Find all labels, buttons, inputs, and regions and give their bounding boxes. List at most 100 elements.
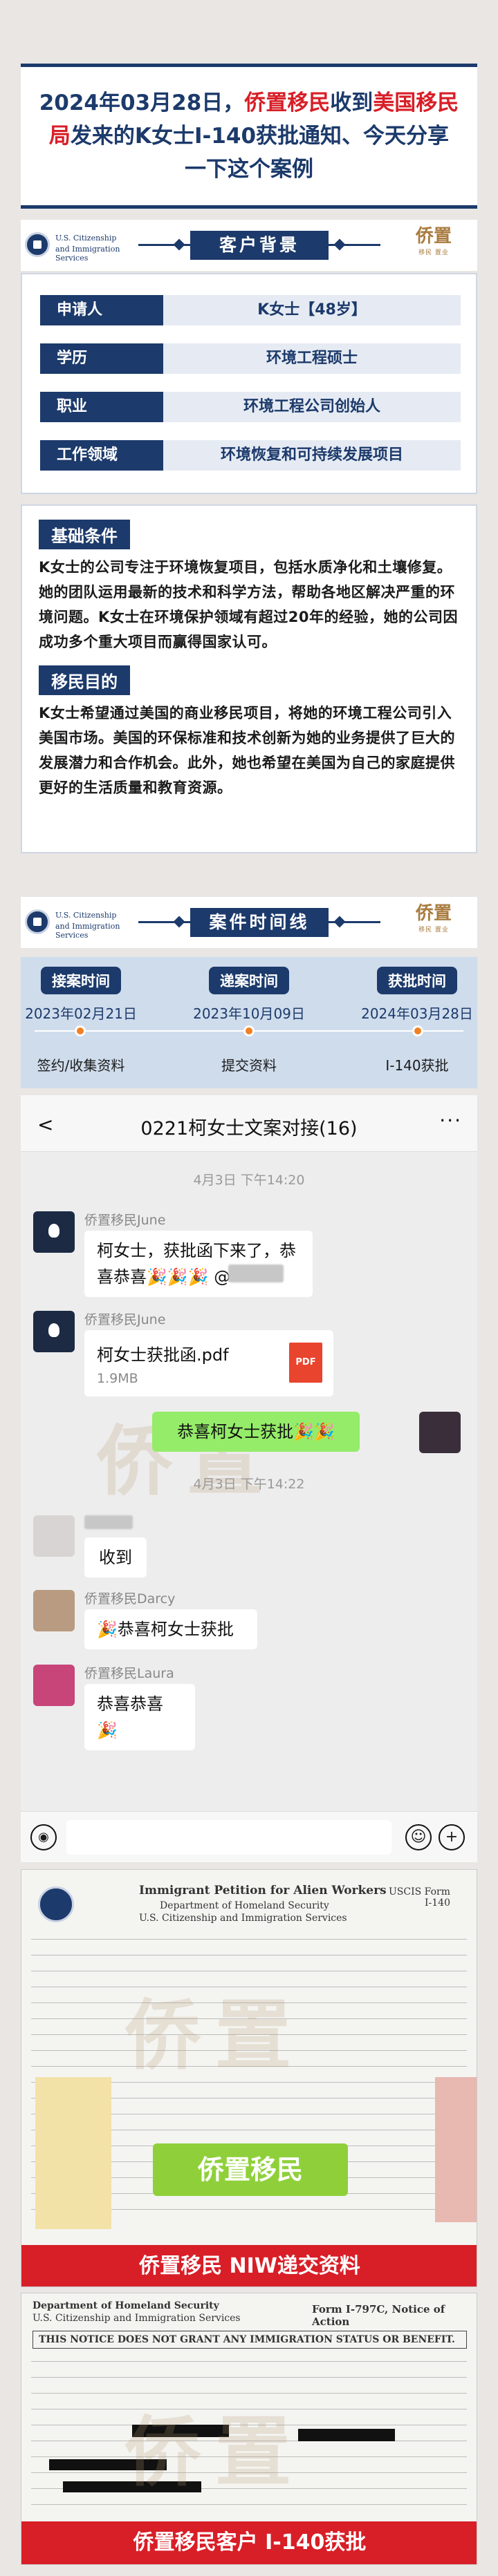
message-input[interactable] [66, 1820, 391, 1855]
sticky-note [35, 2077, 111, 2229]
info-row: 学历 环境工程硕士 [40, 343, 461, 374]
redaction [298, 2429, 395, 2441]
header-brand: 侨置移民 [244, 91, 331, 115]
case-detail-card: 基础条件 K女士的公司专注于环境恢复项目，包括水质净化和土壤修复。她的团队运用最… [21, 504, 477, 853]
message-bubble[interactable]: 🎉恭喜柯女士获批 [84, 1609, 257, 1649]
notice-agency: U.S. Citizenship and Immigration Service… [33, 2313, 241, 2324]
notice-form: Form I-797C, Notice of Action [312, 2303, 445, 2328]
info-row: 工作领域 环境恢复和可持续发展项目 [40, 440, 461, 471]
timeline: 接案时间 2023年02月21日 签约/收集资料 递案时间 2023年10月09… [21, 957, 477, 1088]
timeline-step: 提交资料 [221, 1057, 277, 1074]
uscis-text-2a: and Immigration [55, 922, 120, 931]
uscis-text-2: and Immigration Services [55, 245, 142, 263]
brand-tag: 侨置移民 [153, 2143, 348, 2196]
info-value: 环境工程硕士 [163, 343, 461, 374]
watermark: 侨置 [125, 2407, 305, 2497]
section-title: 客户背景 [190, 231, 329, 260]
emoji-icon[interactable]: ☺ [405, 1824, 432, 1850]
avatar[interactable] [33, 1311, 75, 1352]
info-label: 工作领域 [40, 440, 163, 471]
form-agency: U.S. Citizenship and Immigration Service… [139, 1913, 347, 1924]
page: 2024年03月28日，侨置移民收到美国移民局发来的K女士I-140获批通知、今… [0, 0, 498, 2576]
info-label: 职业 [40, 392, 163, 422]
info-value: K女士【48岁】 [163, 295, 461, 325]
self-avatar[interactable] [419, 1412, 461, 1453]
file-message[interactable]: 柯女士获批函.pdf 1.9MB PDF [84, 1330, 333, 1396]
avatar[interactable] [33, 1211, 75, 1253]
uscis-seal-icon [25, 909, 50, 934]
timeline-item: 接案时间 2023年02月21日 签约/收集资料 [22, 967, 140, 1074]
message-bubble-self[interactable]: 恭喜柯女士获批🎉🎉 [152, 1412, 360, 1452]
more-icon[interactable]: ··· [439, 1109, 462, 1132]
redacted-mention [228, 1265, 284, 1282]
uscis-logo: U.S. Citizenship and Immigration Service… [25, 907, 142, 940]
timeline-label: 递案时间 [209, 967, 289, 994]
info-row: 申请人 K女士【48岁】 [40, 295, 461, 325]
purpose-text: K女士希望通过美国的商业移民项目，将她的环境工程公司引入美国市场。美国的环保标准… [39, 705, 455, 796]
voice-icon[interactable]: ◉ [30, 1824, 57, 1850]
uscis-text-1: U.S. Citizenship [55, 911, 117, 920]
chat-timestamp: 4月3日 下午14:22 [193, 1477, 305, 1492]
brand-name: 侨置 [415, 226, 452, 247]
message-bubble[interactable]: 柯女士，获批函下来了，恭喜恭喜🎉🎉🎉 @ [84, 1231, 313, 1297]
message-bubble[interactable]: 收到 [84, 1537, 147, 1578]
brand-sub: 移民 置业 [418, 927, 449, 934]
timeline-step: I-140获批 [385, 1057, 449, 1074]
avatar[interactable] [33, 1665, 75, 1706]
redacted-name [84, 1515, 133, 1529]
header-title: 2024年03月28日，侨置移民收到美国移民局发来的K女士I-140获批通知、今… [39, 86, 459, 186]
header-date: 2024年03月28日， [39, 91, 245, 115]
form-dept: Department of Homeland Security [160, 1900, 329, 1911]
uscis-logo: U.S. Citizenship and Immigration Service… [25, 229, 142, 263]
uscis-seal-icon [25, 232, 50, 257]
section-timeline-bar: U.S. Citizenship and Immigration Service… [21, 897, 477, 948]
timeline-date: 2024年03月28日 [361, 1005, 473, 1022]
i797c-notice-image: Department of Homeland Security U.S. Cit… [21, 2293, 477, 2565]
info-row: 职业 环境工程公司创始人 [40, 392, 461, 422]
plus-icon[interactable]: + [439, 1824, 465, 1850]
watermark: 侨置 [125, 1991, 305, 2080]
section-background-bar: U.S. Citizenship and Immigration Service… [21, 220, 477, 271]
brand-sub: 移民 置业 [418, 249, 449, 256]
file-name: 柯女士获批函.pdf [97, 1345, 229, 1365]
sender-name: 侨置移民June [84, 1312, 166, 1327]
timeline-label: 获批时间 [377, 967, 457, 994]
uscis-text-1: U.S. Citizenship [55, 234, 117, 243]
i140-form-image: Immigrant Petition for Alien Workers Dep… [21, 1869, 477, 2287]
chat-title: 0221柯女士文案对接(16) [140, 1118, 358, 1139]
file-size: 1.9MB [97, 1371, 138, 1386]
sender-name: 侨置移民June [84, 1213, 166, 1228]
uscis-text-2: and Immigration Services [55, 922, 142, 940]
caption-bar: 侨置移民客户 I-140获批 [21, 2521, 477, 2564]
caption-bar: 侨置移民 NIW递交资料 [21, 2245, 477, 2286]
form-title: Immigrant Petition for Alien Workers [139, 1884, 387, 1897]
message-bubble[interactable]: 恭喜恭喜🎉 [84, 1684, 195, 1750]
purpose-label: 移民目的 [39, 665, 130, 695]
pdf-icon: PDF [289, 1343, 322, 1383]
chat-screenshot: 侨置 < 0221柯女士文案对接(16) ··· 4月3日 下午14:20 侨置… [21, 1095, 477, 1862]
info-label: 申请人 [40, 295, 163, 325]
avatar[interactable] [33, 1590, 75, 1631]
uscis-text-2a: and Immigration [55, 245, 120, 254]
timeline-item: 递案时间 2023年10月09日 提交资料 [190, 967, 308, 1074]
timeline-date: 2023年10月09日 [193, 1005, 305, 1022]
brand-name: 侨置 [415, 903, 452, 924]
notice-banner: THIS NOTICE DOES NOT GRANT ANY IMMIGRATI… [33, 2331, 467, 2349]
info-label: 学历 [40, 343, 163, 374]
sticky-note [435, 2077, 477, 2222]
client-info-card: 申请人 K女士【48岁】 学历 环境工程硕士 职业 环境工程公司创始人 工作领域… [21, 273, 477, 494]
chat-input-bar: ◉ ☺ + [21, 1811, 477, 1862]
info-value: 环境恢复和可持续发展项目 [163, 440, 461, 471]
header-card: 2024年03月28日，侨置移民收到美国移民局发来的K女士I-140获批通知、今… [21, 64, 477, 209]
timeline-item: 获批时间 2024年03月28日 I-140获批 [358, 967, 476, 1074]
header-text-1: 收到 [330, 91, 374, 115]
chat-header: < 0221柯女士文案对接(16) ··· [21, 1095, 477, 1152]
notice-dept: Department of Homeland Security [33, 2300, 219, 2311]
sender-name: 侨置移民Darcy [84, 1591, 176, 1607]
chat-timestamp: 4月3日 下午14:20 [193, 1173, 305, 1188]
form-number: USCIS Form I-140 [388, 1886, 450, 1909]
header-text-2: 发来的K女士I-140获批通知、今天分享一下这个案例 [70, 124, 450, 182]
sender-name: 侨置移民Laura [84, 1666, 174, 1681]
timeline-step: 签约/收集资料 [37, 1057, 125, 1074]
avatar[interactable] [33, 1515, 75, 1557]
